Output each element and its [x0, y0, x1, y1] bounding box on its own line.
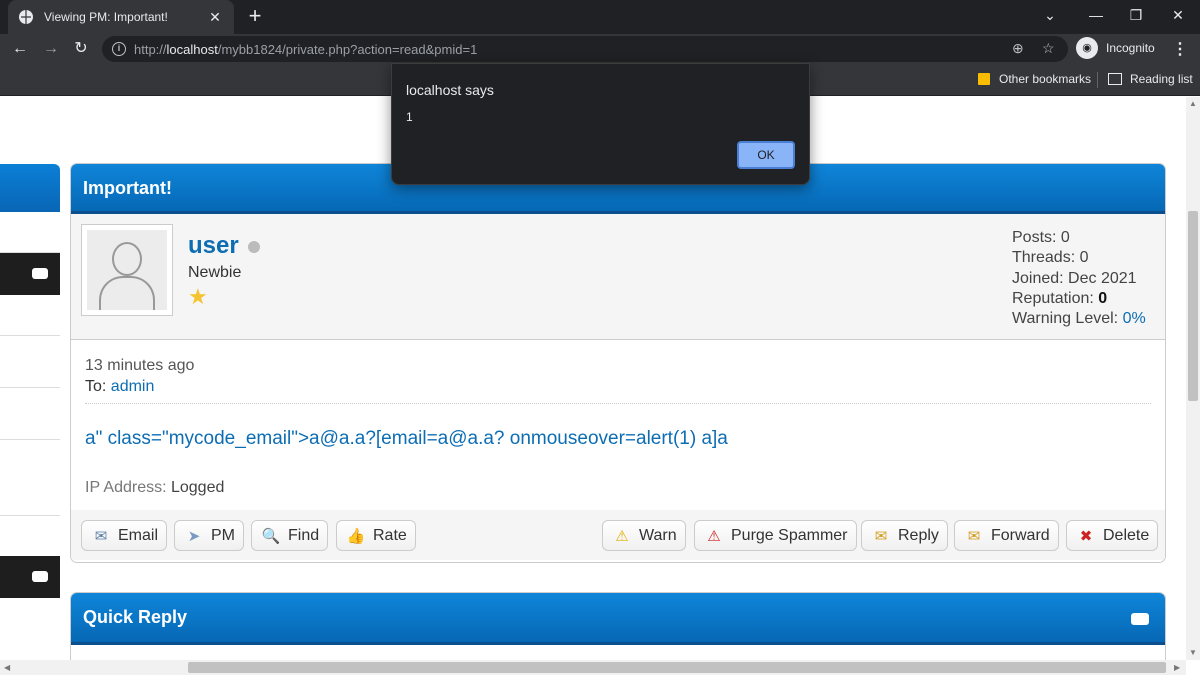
thumbs-up-icon: 👍 [346, 527, 366, 545]
tab-title: Viewing PM: Important! [44, 10, 168, 24]
vertical-scrollbar[interactable]: ▲ ▼ [1186, 97, 1200, 660]
restore-icon[interactable]: ❐ [1126, 7, 1146, 24]
sidebar-divider [0, 387, 60, 388]
bookmark-label: Other bookmarks [999, 72, 1092, 86]
bookmark-label: Reading list [1130, 72, 1193, 86]
scroll-up-icon[interactable]: ▲ [1189, 99, 1197, 108]
minimize-icon[interactable]: — [1086, 7, 1106, 23]
sidebar-header [0, 164, 60, 212]
paper-plane-icon: ➤ [187, 527, 201, 545]
reputation-value[interactable]: 0 [1098, 290, 1107, 307]
site-info-icon[interactable]: i [112, 42, 126, 56]
rate-button[interactable]: 👍 Rate [336, 520, 416, 551]
reply-button[interactable]: ✉ Reply [861, 520, 948, 551]
bookmarks-divider [1097, 72, 1098, 88]
incognito-icon: ◉ [1076, 37, 1098, 59]
browser-toolbar: ← → ↻ i http://localhost/mybb1824/privat… [0, 34, 1200, 64]
post-divider [85, 403, 1151, 404]
reload-icon[interactable]: ↻ [70, 38, 92, 60]
posts-count: 0 [1060, 229, 1070, 246]
sidebar-divider [0, 335, 60, 336]
alert-dialog: localhost says 1 OK [391, 63, 810, 185]
forward-icon: ✉ [967, 527, 981, 545]
post-author: user Newbie ★ Posts: 0 Threads: 0 Joined… [71, 214, 1165, 340]
find-button[interactable]: 🔍 Find [251, 520, 329, 551]
close-window-icon[interactable]: ✕ [1168, 7, 1188, 24]
collapse-toggle-icon[interactable] [32, 571, 48, 582]
url-text: http://localhost/mybb1824/private.php?ac… [134, 41, 478, 57]
bookmark-reading-list[interactable]: Reading list [1108, 72, 1193, 86]
forward-arrow-icon[interactable]: → [40, 38, 62, 60]
profile-label: Incognito [1106, 41, 1155, 55]
threads-count: 0 [1079, 249, 1089, 267]
scroll-left-icon[interactable]: ◀ [4, 663, 10, 672]
sidebar [0, 97, 62, 660]
post-buttons: ✉ Email ➤ PM 🔍 Find 👍 Rate ⚠ Warn ⚠ Purg… [71, 510, 1165, 560]
alert-triangle-icon: ⚠ [707, 527, 721, 545]
sidebar-section-bar[interactable] [0, 556, 60, 598]
star-icon: ★ [188, 284, 208, 309]
dialog-message: 1 [406, 110, 413, 124]
ip-address: IP Address: Logged [85, 479, 225, 496]
warning-level-link[interactable]: 0% [1123, 310, 1146, 327]
sidebar-section-bar[interactable] [0, 253, 60, 295]
folder-icon [978, 73, 990, 85]
horizontal-scroll-thumb[interactable] [188, 662, 1166, 673]
dialog-ok-button[interactable]: OK [737, 141, 795, 169]
reading-list-icon [1108, 73, 1122, 85]
address-bar[interactable]: i http://localhost/mybb1824/private.php?… [102, 36, 1068, 62]
author-stats: Posts: 0 Threads: 0 Joined: Dec 2021 Rep… [1012, 229, 1146, 328]
quick-reply-panel: Quick Reply [70, 592, 1166, 660]
post-message[interactable]: a" class="mycode_email">a@a.a?[email=a@a… [85, 428, 728, 450]
new-tab-button[interactable]: + [243, 5, 267, 27]
scroll-down-icon[interactable]: ▼ [1189, 648, 1197, 657]
bookmark-star-icon[interactable]: ☆ [1042, 40, 1055, 57]
tab-close-icon[interactable]: ✕ [206, 9, 224, 26]
dialog-title: localhost says [406, 82, 494, 98]
scroll-right-icon[interactable]: ▶ [1174, 663, 1180, 672]
post-body: 13 minutes ago To: admin a" class="mycod… [71, 340, 1165, 510]
avatar[interactable] [81, 224, 173, 316]
post-recipient: To: admin [85, 378, 155, 395]
joined-date: Dec 2021 [1068, 269, 1137, 287]
horizontal-scrollbar[interactable]: ◀ ▶ [0, 660, 1186, 675]
recipient-link[interactable]: admin [111, 378, 155, 395]
envelope-icon: ✉ [94, 527, 108, 545]
offline-status-icon [248, 241, 260, 253]
pm-panel: Important! user Newbie ★ Posts: 0 Thread… [70, 163, 1166, 563]
zoom-icon[interactable]: ⊕ [1012, 40, 1024, 57]
forward-button[interactable]: ✉ Forward [954, 520, 1059, 551]
delete-button[interactable]: ✖ Delete [1066, 520, 1159, 551]
post-time: 13 minutes ago [85, 357, 195, 374]
quick-reply-title: Quick Reply [83, 607, 188, 627]
author-username[interactable]: user [188, 232, 239, 260]
collapse-toggle-icon[interactable] [1131, 613, 1149, 625]
default-avatar-icon [87, 230, 167, 310]
magnifier-icon: 🔍 [261, 527, 281, 545]
bookmark-other[interactable]: Other bookmarks [978, 72, 1091, 86]
warning-icon: ⚠ [615, 527, 629, 545]
menu-kebab-icon[interactable]: ⋮ [1172, 39, 1188, 59]
delete-x-icon: ✖ [1079, 527, 1093, 545]
collapse-toggle-icon[interactable] [32, 268, 48, 279]
warn-button[interactable]: ⚠ Warn [602, 520, 686, 551]
reply-icon: ✉ [874, 527, 888, 545]
globe-icon [19, 10, 33, 24]
tab-strip: Viewing PM: Important! ✕ + ⌄ — ❐ ✕ [0, 0, 1200, 34]
sidebar-divider [0, 515, 60, 516]
purge-spammer-button[interactable]: ⚠ Purge Spammer [694, 520, 857, 551]
author-user-title: Newbie [188, 264, 242, 281]
email-button[interactable]: ✉ Email [81, 520, 168, 551]
sidebar-divider [0, 439, 60, 440]
incognito-profile[interactable]: ◉ Incognito [1076, 37, 1155, 59]
browser-tab[interactable]: Viewing PM: Important! ✕ [8, 0, 234, 34]
back-arrow-icon[interactable]: ← [9, 38, 31, 60]
pm-button[interactable]: ➤ PM [174, 520, 244, 551]
vertical-scroll-thumb[interactable] [1188, 211, 1198, 401]
tab-search-icon[interactable]: ⌄ [1040, 7, 1060, 24]
